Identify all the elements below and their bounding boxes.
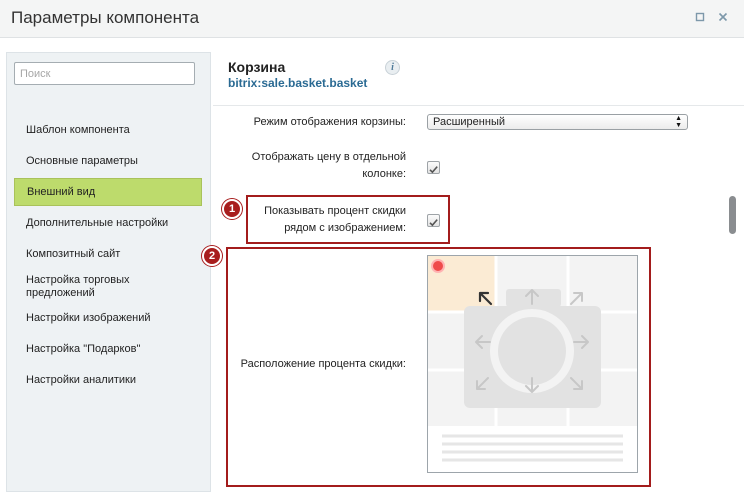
mode-label: Режим отображения корзины: [253,116,406,128]
maximize-icon [695,12,705,22]
position-label: Расположение процента скидки: [240,358,406,370]
sidebar: Шаблон компонента Основные параметры Вне… [6,52,211,492]
window-title: Параметры компонента [11,8,200,27]
discount-checkbox[interactable] [427,214,440,227]
sidebar-item-analytics[interactable]: Настройки аналитики [14,374,202,387]
price-column-checkbox[interactable] [427,161,440,174]
header-divider [213,105,744,106]
sidebar-item-composite[interactable]: Композитный сайт [14,248,202,261]
component-code: bitrix:sale.basket.basket [228,76,368,90]
checkmark-icon [429,166,438,174]
sidebar-item-appearance[interactable]: Внешний вид [14,178,202,206]
select-arrows-icon: ▲ ▼ [675,115,682,129]
close-icon [718,12,728,22]
sidebar-item-images[interactable]: Настройки изображений [14,312,202,325]
maximize-button[interactable] [693,11,707,25]
search-input[interactable] [14,62,195,85]
checkmark-icon [429,219,438,227]
scrollbar-thumb[interactable] [729,196,736,234]
mode-select-value: Расширенный [433,116,505,128]
price-column-label: Отображать цену в отдельной колонке: [251,151,406,180]
sidebar-item-offers[interactable]: Настройка торговых предложений [14,274,164,300]
annotation-badge-2: 2 [202,246,222,266]
sidebar-item-main-params[interactable]: Основные параметры [14,155,202,168]
position-grid [428,256,637,472]
discount-position-picker[interactable] [427,255,638,473]
selected-position-marker [431,259,445,273]
close-button[interactable] [716,11,730,25]
sidebar-item-additional[interactable]: Дополнительные настройки [14,217,202,230]
sidebar-item-template[interactable]: Шаблон компонента [14,124,202,137]
window-titlebar: Параметры компонента [0,0,744,38]
annotation-badge-1: 1 [222,199,242,219]
component-title: Корзина [228,59,286,75]
mode-select[interactable]: Расширенный ▲ ▼ [427,114,688,130]
info-icon[interactable]: i [385,60,400,75]
settings-panel: Корзина bitrix:sale.basket.basket i Режи… [202,38,744,495]
sidebar-item-gifts[interactable]: Настройка "Подарков" [14,343,202,356]
